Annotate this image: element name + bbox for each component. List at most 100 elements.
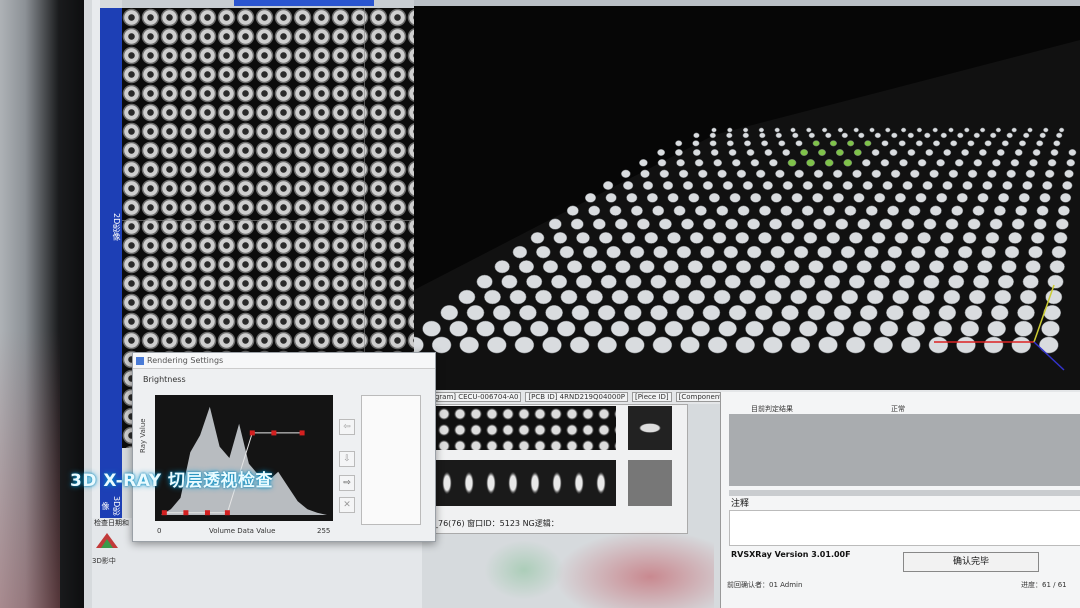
solder-ball	[761, 140, 769, 147]
solder-ball	[933, 320, 953, 337]
solder-ball	[847, 140, 855, 147]
solder-ball	[864, 140, 872, 147]
solder-ball	[703, 218, 716, 230]
solder-ball	[871, 232, 886, 244]
background-blur-green	[484, 540, 564, 600]
solder-ball	[1041, 320, 1060, 337]
solder-ball	[1014, 320, 1033, 337]
solder-ball	[747, 218, 761, 230]
solder-ball	[866, 289, 884, 305]
solder-ball	[1036, 205, 1049, 216]
solder-ball	[1029, 159, 1038, 167]
solder-ball	[1025, 169, 1036, 178]
solder-ball	[636, 218, 650, 230]
solder-ball	[906, 320, 926, 337]
solder-ball	[687, 260, 703, 274]
solder-ball	[675, 140, 683, 147]
solder-ball	[948, 169, 959, 178]
slice-thumb-top[interactable]	[628, 406, 672, 450]
solder-ball	[735, 260, 752, 274]
result-value: 正常	[891, 405, 905, 413]
slice-image-top[interactable]	[436, 406, 616, 450]
solder-ball	[769, 218, 783, 230]
tab-3d-image[interactable]: 3D影像	[100, 493, 122, 518]
solder-ball	[996, 149, 1005, 156]
solder-ball	[724, 274, 741, 289]
solder-ball	[879, 320, 899, 337]
solder-ball	[832, 192, 844, 203]
solder-ball	[1001, 260, 1017, 274]
dialog-title[interactable]: Rendering Settings	[133, 353, 435, 369]
solder-ball	[871, 169, 882, 178]
control-point[interactable]	[204, 510, 210, 516]
arrow-down-button[interactable]: ⇩	[339, 451, 355, 467]
solder-ball	[1008, 232, 1022, 244]
brightness-histogram[interactable]	[155, 395, 333, 521]
solder-ball	[858, 132, 865, 139]
control-point[interactable]	[271, 430, 277, 436]
solder-ball	[891, 132, 898, 139]
solder-ball	[667, 192, 679, 203]
slice-thumb-side[interactable]	[628, 460, 672, 506]
solder-ball	[982, 181, 993, 190]
solder-ball	[1011, 218, 1025, 230]
solder-ball	[646, 192, 658, 203]
solder-ball	[503, 320, 522, 337]
solder-ball	[676, 305, 695, 321]
solder-ball	[843, 159, 853, 167]
solder-ball	[957, 245, 973, 259]
note-textarea[interactable]	[729, 510, 1080, 546]
close-point-button[interactable]: ✕	[339, 497, 355, 513]
solder-ball	[625, 274, 642, 289]
solder-ball	[967, 140, 975, 147]
arrow-left-button[interactable]: ⇦	[339, 419, 355, 435]
solder-ball	[880, 260, 896, 274]
control-point[interactable]	[249, 430, 255, 436]
confirm-button[interactable]: 确认完毕	[903, 552, 1039, 572]
solder-ball	[1039, 336, 1059, 354]
solder-ball	[745, 320, 764, 337]
solder-ball	[869, 127, 875, 133]
solder-ball	[899, 159, 908, 167]
control-point[interactable]	[183, 510, 189, 516]
solder-ball	[728, 149, 737, 156]
solder-ball	[622, 181, 634, 190]
solder-ball	[808, 260, 824, 274]
solder-ball	[962, 181, 973, 190]
solder-ball	[782, 149, 791, 156]
arrow-right-button[interactable]: ⇨	[339, 475, 355, 491]
solder-ball	[1053, 140, 1061, 147]
control-point[interactable]	[161, 510, 167, 516]
solder-ball	[951, 205, 964, 216]
solder-ball	[856, 260, 872, 274]
slice-image-side[interactable]	[436, 460, 616, 506]
solder-ball	[1004, 245, 1020, 259]
solder-ball	[790, 289, 808, 305]
solder-ball	[737, 205, 750, 216]
solder-ball	[754, 305, 773, 321]
histogram-x-max: 255	[317, 527, 331, 535]
solder-ball	[536, 245, 551, 259]
solder-ball	[915, 192, 927, 203]
solder-ball	[592, 218, 606, 230]
solder-ball	[1015, 205, 1028, 216]
tab-2d-image[interactable]: 2D影像	[100, 213, 122, 240]
result-display	[729, 414, 1080, 486]
solder-ball	[626, 192, 638, 203]
solder-ball	[551, 274, 568, 289]
solder-ball	[948, 274, 965, 289]
control-point[interactable]	[299, 430, 305, 436]
solder-ball	[1047, 159, 1057, 167]
control-point[interactable]	[224, 510, 230, 516]
solder-ball	[699, 274, 717, 289]
solder-ball	[840, 245, 856, 259]
solder-ball	[824, 159, 834, 167]
xray-3d-viewer[interactable]	[414, 0, 1080, 392]
solder-ball	[653, 245, 668, 259]
solder-ball	[864, 245, 879, 259]
solder-ball	[1018, 140, 1027, 147]
solder-ball	[763, 336, 783, 354]
solder-ball	[1057, 205, 1070, 216]
solder-ball	[621, 232, 636, 244]
solder-ball	[900, 127, 907, 133]
